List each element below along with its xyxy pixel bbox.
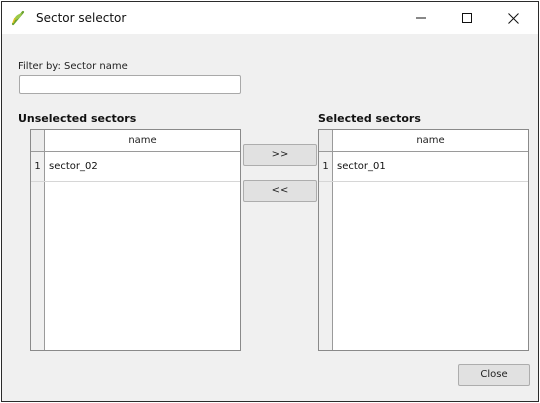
minimize-button[interactable]: [398, 2, 444, 34]
filter-label: Filter by: Sector name: [18, 61, 128, 72]
window-close-button[interactable]: [490, 2, 536, 34]
table-row[interactable]: 1 sector_02: [31, 152, 240, 182]
column-header-name[interactable]: name: [45, 130, 240, 152]
maximize-button[interactable]: [444, 2, 490, 34]
selected-title: Selected sectors: [318, 112, 421, 125]
close-button[interactable]: Close: [458, 364, 530, 386]
qgis-icon: [10, 10, 26, 26]
column-header-name[interactable]: name: [333, 130, 528, 152]
remove-selected-button[interactable]: <<: [243, 180, 317, 202]
row-number[interactable]: 1: [319, 152, 333, 181]
filter-input[interactable]: [19, 75, 241, 94]
selected-table[interactable]: name 1 sector_01: [318, 129, 529, 351]
title-bar[interactable]: Sector selector: [2, 2, 538, 34]
sector-name-cell[interactable]: sector_01: [337, 152, 386, 181]
table-corner[interactable]: [31, 130, 45, 152]
add-selected-button[interactable]: >>: [243, 144, 317, 166]
window-title: Sector selector: [36, 11, 127, 25]
table-row[interactable]: 1 sector_01: [319, 152, 528, 182]
maximize-icon: [462, 13, 472, 23]
unselected-title: Unselected sectors: [18, 112, 137, 125]
row-number[interactable]: 1: [31, 152, 45, 181]
table-corner[interactable]: [319, 130, 333, 152]
sector-name-cell[interactable]: sector_02: [49, 152, 98, 181]
unselected-table[interactable]: name 1 sector_02: [30, 129, 241, 351]
minimize-icon: [416, 13, 426, 23]
close-icon: [507, 12, 519, 24]
